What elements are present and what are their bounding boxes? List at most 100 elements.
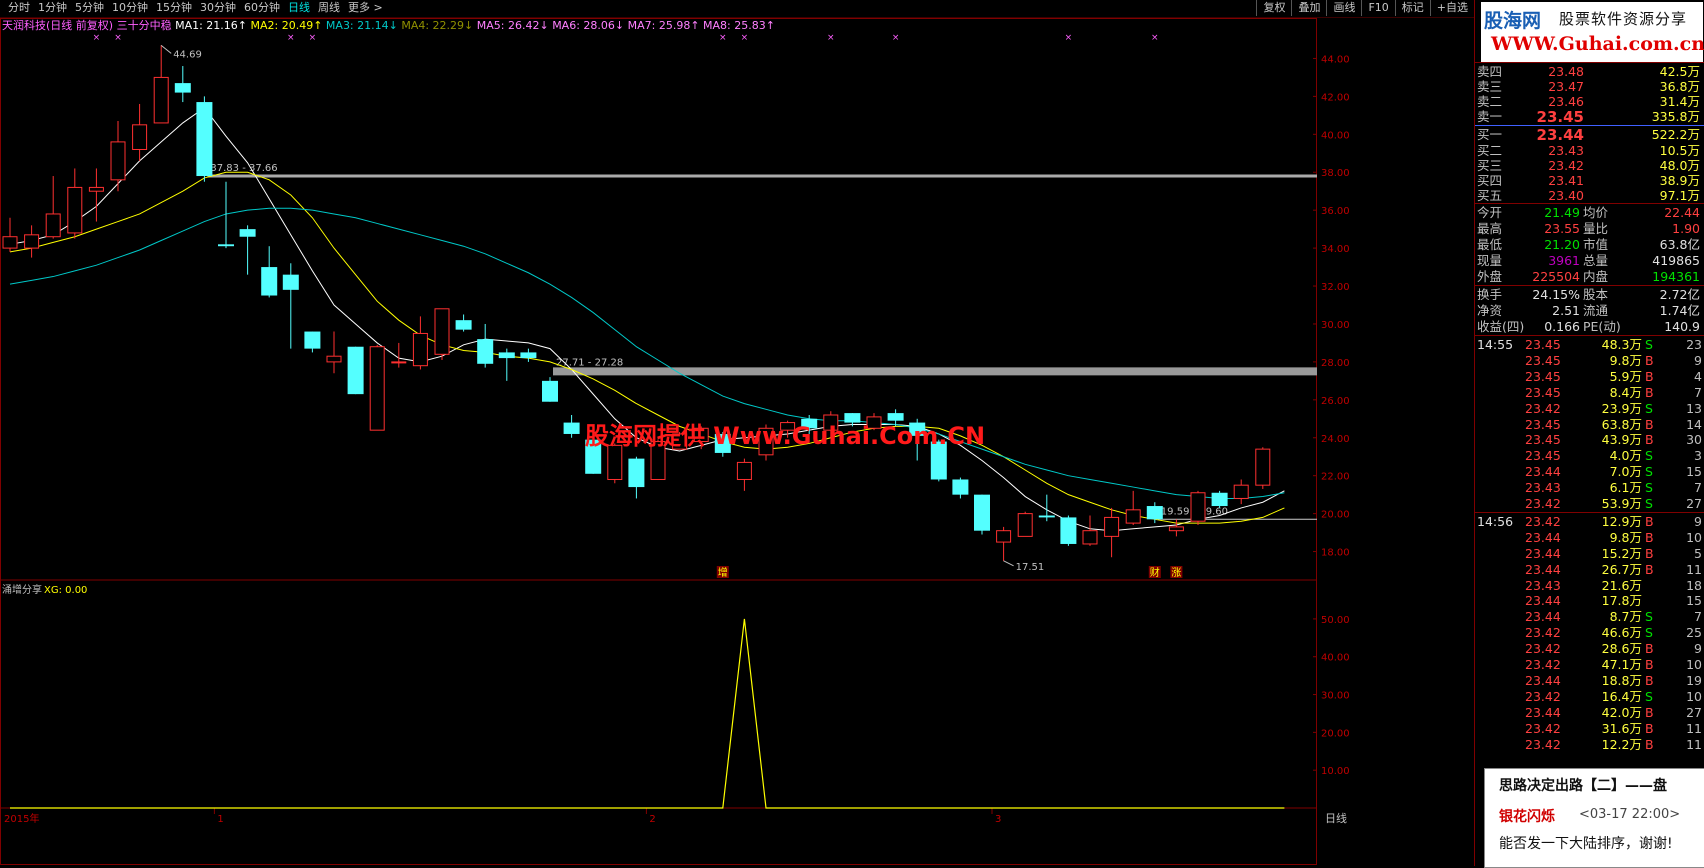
candle-body bbox=[239, 229, 256, 237]
quote-row: 14:56 23.42 12.9万 B 9 bbox=[1475, 514, 1704, 530]
quote-row: 买一 23.44 522.2万 bbox=[1475, 127, 1704, 143]
quote-row: 23.42 31.6万 B 11 bbox=[1475, 721, 1704, 737]
y-tick-label: 34.00 bbox=[1321, 244, 1350, 255]
candle bbox=[282, 263, 299, 349]
candle bbox=[24, 225, 40, 258]
candle-body bbox=[391, 361, 407, 364]
tick-volume: 6.1万 bbox=[1609, 480, 1642, 496]
quote-row: 收益(四) 0.166 PE(动) 140.9 bbox=[1475, 319, 1704, 335]
y-tick-label: 36.00 bbox=[1321, 206, 1350, 217]
period-tab[interactable]: 日线 bbox=[284, 0, 314, 16]
toolbar-button[interactable]: 叠加 bbox=[1291, 0, 1326, 16]
candle-body bbox=[952, 479, 969, 495]
tick-count: 23 bbox=[1686, 337, 1702, 352]
ma-legend-item: MA6: 28.06↓ bbox=[552, 19, 628, 32]
tick-count: 10 bbox=[1686, 688, 1702, 704]
ma-legend-item: MA2: 20.49↑ bbox=[250, 19, 326, 32]
stat-label: 收益(四) bbox=[1477, 319, 1525, 334]
candle bbox=[326, 331, 342, 374]
order-label: 卖三 bbox=[1477, 79, 1503, 94]
panel-separator bbox=[1475, 285, 1704, 286]
candle-body bbox=[88, 186, 104, 192]
period-tab[interactable]: 10分钟 bbox=[108, 0, 152, 16]
period-tab[interactable]: 更多 > bbox=[344, 0, 387, 16]
quote-row: 买二 23.43 10.5万 bbox=[1475, 143, 1704, 158]
period-tab[interactable]: 分时 bbox=[4, 0, 34, 16]
popup-title[interactable]: 思路决定出路【二】——盘 bbox=[1499, 775, 1667, 795]
candle bbox=[196, 96, 213, 182]
stat-value: 3961 bbox=[1548, 253, 1580, 268]
tick-price: 23.42 bbox=[1525, 513, 1561, 529]
tick-price: 23.43 bbox=[1525, 480, 1561, 496]
tick-count: 10 bbox=[1686, 657, 1702, 672]
tick-price: 23.42 bbox=[1525, 720, 1561, 736]
tick-count: 25 bbox=[1686, 625, 1702, 641]
tick-price: 23.42 bbox=[1525, 641, 1561, 657]
period-tab[interactable]: 周线 bbox=[314, 0, 344, 16]
tick-price: 23.44 bbox=[1525, 609, 1561, 625]
stat-value: 0.166 bbox=[1544, 319, 1580, 334]
quote-row: 23.45 43.9万 B 30 bbox=[1475, 432, 1704, 448]
stat-value: 1.74亿 bbox=[1659, 303, 1700, 318]
x-tick-label: 2015年 bbox=[4, 812, 39, 825]
candle-body bbox=[1233, 484, 1249, 499]
x-axis: 2015年 1 2 3 日线 bbox=[4, 808, 1347, 825]
period-tab[interactable]: 60分钟 bbox=[240, 0, 284, 16]
candle bbox=[1255, 447, 1271, 489]
stat-label: 换手 bbox=[1477, 287, 1503, 302]
order-volume: 97.1万 bbox=[1659, 188, 1700, 203]
candle-body bbox=[174, 83, 191, 93]
quote-row: 23.42 23.9万 S 13 bbox=[1475, 401, 1704, 417]
popup-user: 银花闪烁 bbox=[1499, 809, 1555, 825]
toolbar-button[interactable]: +自选 bbox=[1429, 0, 1474, 16]
signal-star: × bbox=[741, 33, 749, 43]
quote-row: 买三 23.42 48.0万 bbox=[1475, 158, 1704, 173]
tick-side: B bbox=[1645, 384, 1654, 400]
ma-legend-item: MA7: 25.98↑ bbox=[627, 19, 704, 32]
stat-value: 2.51 bbox=[1552, 303, 1580, 318]
tick-price: 23.43 bbox=[1525, 577, 1561, 593]
tick-volume: 12.2万 bbox=[1601, 736, 1642, 752]
tick-side: B bbox=[1645, 432, 1654, 448]
toolbar-button[interactable]: 标记 bbox=[1394, 0, 1430, 16]
tick-volume: 43.9万 bbox=[1601, 432, 1642, 448]
tick-price: 23.45 bbox=[1525, 432, 1561, 448]
candle-body bbox=[369, 346, 385, 431]
tick-side: B bbox=[1645, 416, 1654, 432]
order-volume: 36.8万 bbox=[1659, 79, 1700, 94]
candle bbox=[261, 246, 278, 298]
candle-body bbox=[110, 141, 126, 181]
tick-side: B bbox=[1645, 513, 1654, 529]
candle bbox=[520, 348, 537, 362]
quote-row: 23.44 8.7万 S 7 bbox=[1475, 609, 1704, 625]
period-tab[interactable]: 15分钟 bbox=[152, 0, 196, 16]
quote-row: 外盘 225504 内盘 194361 bbox=[1475, 269, 1704, 285]
y-tick-label: 20.00 bbox=[1321, 510, 1350, 521]
quote-row: 23.44 17.8万 15 bbox=[1475, 593, 1704, 609]
candle-body bbox=[1060, 517, 1077, 544]
quote-row: 23.45 63.8万 B 14 bbox=[1475, 417, 1704, 433]
candle bbox=[1017, 511, 1033, 537]
period-tab[interactable]: 5分钟 bbox=[71, 0, 108, 16]
tick-count: 30 bbox=[1686, 432, 1702, 448]
order-price: 23.45 bbox=[1536, 108, 1584, 126]
order-volume: 42.5万 bbox=[1659, 64, 1700, 79]
candle-body bbox=[1038, 515, 1055, 518]
toolbar-button[interactable]: F10 bbox=[1361, 0, 1394, 16]
toolbar-button[interactable]: 画线 bbox=[1326, 0, 1361, 16]
tick-price: 23.42 bbox=[1525, 736, 1561, 752]
event-marker-label: 涨 bbox=[1171, 567, 1181, 579]
ma-legend-item: MA5: 26.42↓ bbox=[476, 19, 553, 32]
candle-body bbox=[347, 346, 364, 395]
message-popup[interactable]: 思路决定出路【二】——盘 银花闪烁 <03-17 22:00> 能否发一下大陆排… bbox=[1484, 768, 1704, 868]
stat-label: 流通 bbox=[1583, 303, 1609, 318]
candle bbox=[369, 344, 385, 431]
tick-side: B bbox=[1645, 545, 1654, 561]
tick-side: S bbox=[1645, 688, 1653, 704]
kline-chart[interactable]: 37.83 - 37.6627.71 - 27.2819.59 - 19.60 … bbox=[0, 0, 1474, 866]
stat-label: 最低 bbox=[1477, 237, 1503, 252]
toolbar-button[interactable]: 复权 bbox=[1256, 0, 1291, 16]
period-tab[interactable]: 1分钟 bbox=[34, 0, 71, 16]
period-tab[interactable]: 30分钟 bbox=[196, 0, 240, 16]
candle bbox=[153, 45, 169, 124]
